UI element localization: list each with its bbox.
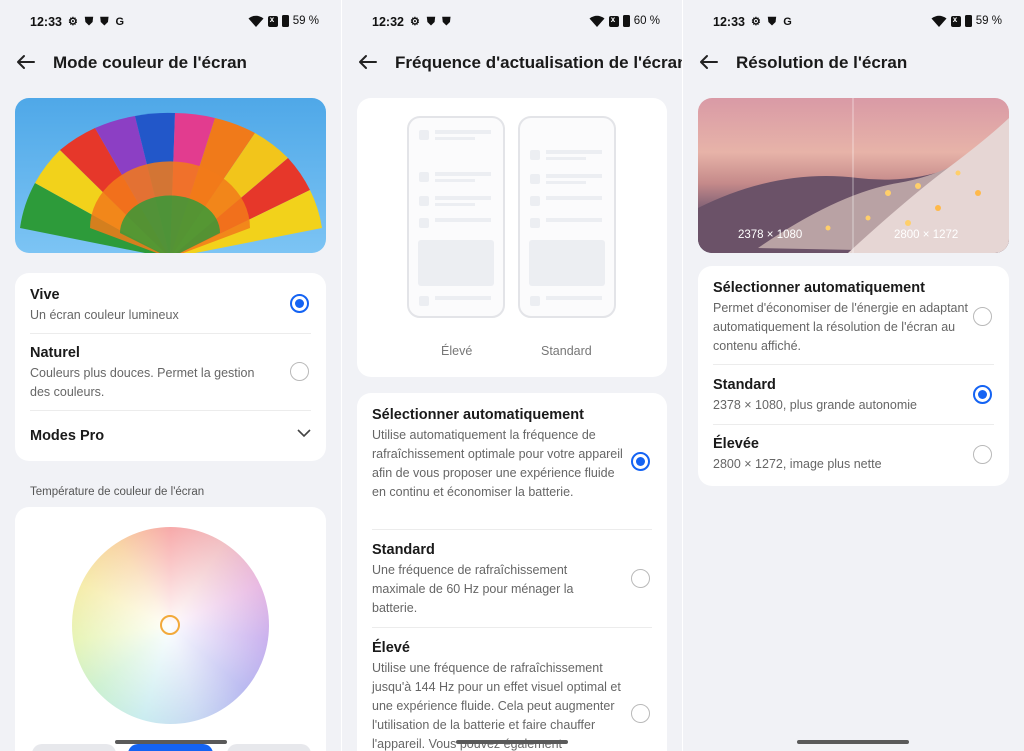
gesture-bar — [797, 740, 909, 744]
page-title: Mode couleur de l'écran — [53, 53, 247, 72]
preview-image-parachute — [15, 98, 326, 253]
phone-mockup-high — [407, 116, 505, 318]
notification-icons: ⚙ ⛊ ⛊ — [410, 16, 453, 28]
phone-mockup-standard — [518, 116, 616, 318]
radio-naturel[interactable] — [290, 362, 309, 381]
option-vive[interactable]: Vive Un écran couleur lumineux — [30, 287, 280, 325]
wifi-icon — [589, 15, 605, 27]
chevron-down-icon[interactable] — [297, 428, 311, 438]
option-standard[interactable]: Standard Une fréquence de rafraîchisseme… — [372, 542, 612, 618]
preview-label-standard: Standard — [541, 344, 592, 358]
back-arrow-icon[interactable] — [14, 50, 38, 74]
option-description: Une fréquence de rafraîchissement maxima… — [372, 563, 574, 615]
option-standard[interactable]: Standard 2378 × 1080, plus grande autono… — [713, 377, 963, 415]
screen-refresh-rate: 12:32 ⚙ ⛊ ⛊ 60 % Fréquence d'actualisati… — [342, 0, 682, 751]
battery-percent: 59 % — [975, 15, 1002, 27]
radio-high[interactable] — [631, 704, 650, 723]
resolution-options: Sélectionner automatiquement Permet d'éc… — [698, 266, 1009, 486]
option-description: Un écran couleur lumineux — [30, 308, 179, 322]
battery-percent: 60 % — [633, 15, 660, 27]
back-arrow-icon[interactable] — [356, 50, 380, 74]
option-auto[interactable]: Sélectionner automatiquement Permet d'éc… — [713, 280, 971, 356]
option-naturel[interactable]: Naturel Couleurs plus douces. Permet la … — [30, 345, 275, 402]
preset-button-left[interactable] — [32, 744, 116, 751]
divider — [372, 627, 652, 628]
option-label: Naturel — [30, 345, 80, 361]
refresh-rate-options: Sélectionner automatiquement Utilise aut… — [357, 393, 667, 751]
temperature-section-label: Température de couleur de l'écran — [30, 486, 205, 498]
color-mode-options: Vive Un écran couleur lumineux Naturel C… — [15, 273, 326, 461]
parachute-illustration — [20, 112, 322, 253]
battery-percent: 59 % — [292, 15, 319, 27]
pro-modes-label[interactable]: Modes Pro — [30, 428, 104, 444]
header: Mode couleur de l'écran — [0, 48, 341, 78]
radio-auto[interactable] — [631, 452, 650, 471]
battery-icon — [281, 15, 289, 27]
option-description: 2378 × 1080, plus grande autonomie — [713, 398, 917, 412]
header: Résolution de l'écran — [683, 48, 1024, 78]
radio-vive[interactable] — [290, 294, 309, 313]
back-arrow-icon[interactable] — [697, 50, 721, 74]
color-picker-handle[interactable] — [160, 615, 180, 635]
divider — [30, 410, 311, 411]
radio-standard[interactable] — [973, 385, 992, 404]
color-wheel[interactable] — [72, 527, 269, 724]
refresh-preview-card: Élevé Standard — [357, 98, 667, 377]
status-time: 12:33 — [713, 15, 745, 29]
screen-color-mode: 12:33 ⚙ ⛊ ⛊ G 59 % Mode couleur de l'écr… — [0, 0, 341, 751]
option-label: Sélectionner automatiquement — [372, 407, 584, 423]
gesture-bar — [456, 740, 568, 744]
divider — [30, 333, 311, 334]
option-description: 2800 × 1272, image plus nette — [713, 457, 882, 471]
status-bar: 12:33 ⚙ ⛊ G 59 % — [683, 0, 1024, 44]
status-time: 12:32 — [372, 15, 404, 29]
preview-image-santorini: 2378 × 1080 2800 × 1272 — [698, 98, 1009, 253]
sim-icon — [950, 15, 961, 27]
radio-auto[interactable] — [973, 307, 992, 326]
sim-icon — [608, 15, 619, 27]
page-title: Fréquence d'actualisation de l'écran — [395, 53, 682, 72]
option-label: Standard — [372, 542, 435, 558]
option-auto[interactable]: Sélectionner automatiquement Utilise aut… — [372, 407, 629, 502]
battery-icon — [964, 15, 972, 27]
preset-button-middle[interactable] — [128, 744, 213, 751]
radio-high[interactable] — [973, 445, 992, 464]
divider — [713, 364, 994, 365]
option-label: Standard — [713, 377, 776, 393]
option-label: Élevée — [713, 436, 759, 452]
option-high[interactable]: Élevée 2800 × 1272, image plus nette — [713, 436, 963, 474]
option-description: Utilise automatiquement la fréquence de … — [372, 428, 623, 499]
wifi-icon — [248, 15, 264, 27]
battery-icon — [622, 15, 630, 27]
header: Fréquence d'actualisation de l'écran — [342, 48, 682, 78]
option-high[interactable]: Élevé Utilise une fréquence de rafraîchi… — [372, 640, 627, 751]
option-label: Sélectionner automatiquement — [713, 280, 925, 296]
preview-label-high: Élevé — [441, 344, 473, 358]
status-bar: 12:32 ⚙ ⛊ ⛊ 60 % — [342, 0, 682, 44]
option-description: Permet d'économiser de l'énergie en adap… — [713, 301, 968, 353]
divider — [372, 529, 652, 530]
option-description: Couleurs plus douces. Permet la gestion … — [30, 366, 255, 399]
screen-resolution: 12:33 ⚙ ⛊ G 59 % Résolution de l'écran 2… — [683, 0, 1024, 751]
notification-icons: ⚙ ⛊ ⛊ G — [68, 16, 127, 28]
divider — [713, 424, 994, 425]
resolution-label-standard: 2378 × 1080 — [738, 229, 803, 241]
page-title: Résolution de l'écran — [736, 53, 908, 72]
status-bar: 12:33 ⚙ ⛊ ⛊ G 59 % — [0, 0, 341, 44]
resolution-label-high: 2800 × 1272 — [894, 229, 959, 241]
sim-icon — [267, 15, 278, 27]
wifi-icon — [931, 15, 947, 27]
preset-button-right[interactable] — [227, 744, 311, 751]
status-time: 12:33 — [30, 15, 62, 29]
color-temperature-card — [15, 507, 326, 751]
notification-icons: ⚙ ⛊ G — [751, 16, 794, 28]
radio-standard[interactable] — [631, 569, 650, 588]
option-label: Vive — [30, 287, 60, 303]
gesture-bar — [115, 740, 227, 744]
option-label: Élevé — [372, 640, 410, 656]
option-description: Utilise une fréquence de rafraîchissemen… — [372, 661, 621, 751]
